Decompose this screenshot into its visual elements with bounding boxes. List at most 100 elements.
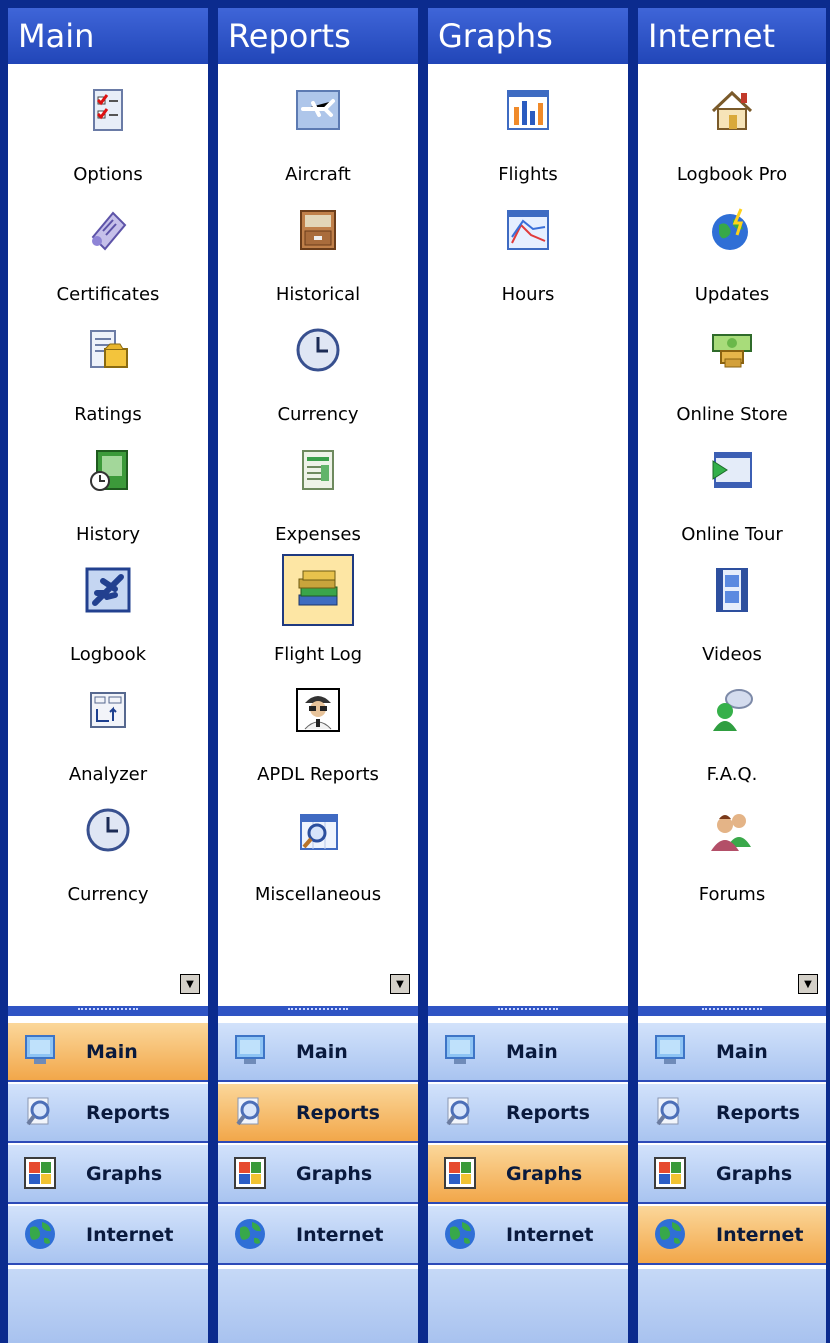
item-historical[interactable]: Historical (218, 198, 418, 318)
nav-label: Graphs (506, 1163, 583, 1185)
nav-button-internet[interactable]: Internet (218, 1206, 418, 1265)
graphs-window-icon (22, 1155, 58, 1191)
nav-button-reports[interactable]: Reports (8, 1084, 208, 1143)
nav-button-main[interactable]: Main (638, 1023, 826, 1082)
splitter-grip[interactable] (8, 1006, 208, 1016)
nav-button-reports[interactable]: Reports (428, 1084, 628, 1143)
nav-label: Internet (86, 1224, 174, 1246)
nav-footer (218, 1269, 418, 1343)
ratings-document-icon (82, 324, 134, 376)
graphs-window-icon (442, 1155, 478, 1191)
people-icon (706, 804, 758, 856)
item-label: Options (73, 164, 143, 185)
item-ratings[interactable]: Ratings (8, 318, 208, 438)
item-currency[interactable]: Currency (8, 798, 208, 918)
item-videos[interactable]: Videos (638, 558, 826, 678)
nav-button-graphs[interactable]: Graphs (218, 1145, 418, 1204)
nav-label: Reports (296, 1102, 380, 1124)
item-expenses[interactable]: Expenses (218, 438, 418, 558)
item-label: Aircraft (285, 164, 351, 185)
item-flight-log[interactable]: Flight Log (218, 554, 418, 678)
file-cabinet-icon (292, 204, 344, 256)
nav-button-main[interactable]: Main (8, 1023, 208, 1082)
nav-button-internet[interactable]: Internet (428, 1206, 628, 1265)
nav-label: Main (506, 1041, 558, 1063)
item-online-tour[interactable]: Online Tour (638, 438, 826, 558)
chevron-down-icon: ▼ (804, 978, 812, 990)
spreadsheet-icon (292, 444, 344, 496)
item-history[interactable]: History (8, 438, 208, 558)
item-label: Ratings (74, 404, 142, 425)
nav-label: Internet (716, 1224, 804, 1246)
item-label: Currency (67, 884, 149, 905)
scroll-down-button[interactable]: ▼ (180, 974, 200, 994)
nav-button-internet[interactable]: Internet (638, 1206, 826, 1265)
nav-button-main[interactable]: Main (428, 1023, 628, 1082)
nav-label: Main (296, 1041, 348, 1063)
nav-footer (638, 1269, 826, 1343)
panel-header: Internet (638, 8, 826, 64)
nav-label: Graphs (86, 1163, 163, 1185)
checklist-icon (82, 84, 134, 136)
item-apdl-reports[interactable]: APDL Reports (218, 678, 418, 798)
nav-label: Main (86, 1041, 138, 1063)
nav-label: Internet (296, 1224, 384, 1246)
magnifier-doc-icon (22, 1094, 58, 1130)
splitter-grip[interactable] (638, 1006, 826, 1016)
nav-label: Graphs (296, 1163, 373, 1185)
panel-header: Reports (218, 8, 418, 64)
item-label: Online Store (676, 404, 788, 425)
nav-button-graphs[interactable]: Graphs (8, 1145, 208, 1204)
item-hours[interactable]: Hours (428, 198, 628, 318)
money-icon (706, 324, 758, 376)
item-updates[interactable]: Updates (638, 198, 826, 318)
history-book-icon (82, 444, 134, 496)
item-currency[interactable]: Currency (218, 318, 418, 438)
item-label: History (75, 524, 141, 545)
nav-footer (428, 1269, 628, 1343)
aircraft-icon (292, 84, 344, 136)
panel-internet: Internet Logbook Pro Updates Online Store On… (634, 0, 830, 1343)
item-label: Flight Log (273, 644, 363, 665)
monitor-icon (442, 1033, 478, 1069)
item-options[interactable]: Options (8, 78, 208, 198)
grip-dots (288, 1008, 348, 1014)
item-flights[interactable]: Flights (428, 78, 628, 198)
item-certificates[interactable]: Certificates (8, 198, 208, 318)
clock-icon (292, 324, 344, 376)
certificate-scroll-icon (82, 204, 134, 256)
panel-body: Graphs Flights Hours Main Reports Graphs Inter… (428, 8, 628, 1343)
nav-footer (8, 1269, 208, 1343)
film-play-icon (706, 444, 758, 496)
airplane-logbook-icon (82, 564, 134, 616)
item-label: Updates (694, 284, 770, 305)
scroll-down-button[interactable]: ▼ (798, 974, 818, 994)
nav-button-graphs[interactable]: Graphs (638, 1145, 826, 1204)
nav-label: Reports (716, 1102, 800, 1124)
splitter-grip[interactable] (428, 1006, 628, 1016)
nav-button-graphs[interactable]: Graphs (428, 1145, 628, 1204)
item-miscellaneous[interactable]: Miscellaneous (218, 798, 418, 918)
speech-person-icon (706, 684, 758, 736)
item-logbook-pro[interactable]: Logbook Pro (638, 78, 826, 198)
clock-icon (82, 804, 134, 856)
nav-button-internet[interactable]: Internet (8, 1206, 208, 1265)
item-label: Historical (275, 284, 361, 305)
globe-icon (652, 1216, 688, 1252)
item-label: Logbook Pro (676, 164, 788, 185)
nav-button-reports[interactable]: Reports (638, 1084, 826, 1143)
item-label: Expenses (275, 524, 361, 545)
panel-header: Main (8, 8, 208, 64)
item-f-a-q[interactable]: F.A.Q. (638, 678, 826, 798)
item-aircraft[interactable]: Aircraft (218, 78, 418, 198)
item-label: Certificates (56, 284, 160, 305)
item-analyzer[interactable]: Analyzer (8, 678, 208, 798)
scroll-down-button[interactable]: ▼ (390, 974, 410, 994)
nav-button-main[interactable]: Main (218, 1023, 418, 1082)
splitter-grip[interactable] (218, 1006, 418, 1016)
item-forums[interactable]: Forums (638, 798, 826, 918)
line-chart-icon (502, 204, 554, 256)
item-logbook[interactable]: Logbook (8, 558, 208, 678)
nav-button-reports[interactable]: Reports (218, 1084, 418, 1143)
item-online-store[interactable]: Online Store (638, 318, 826, 438)
